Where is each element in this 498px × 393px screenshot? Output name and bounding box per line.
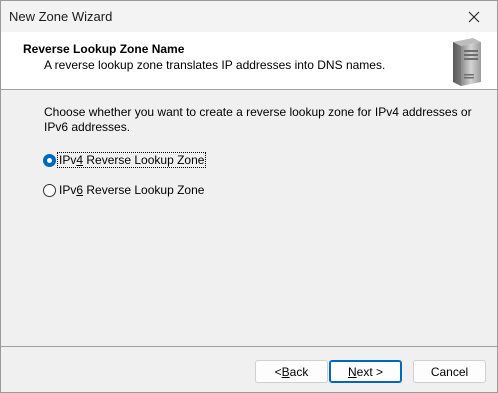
page-description: A reverse lookup zone translates IP addr… <box>44 58 386 72</box>
title-bar[interactable]: New Zone Wizard <box>1 1 497 32</box>
back-button[interactable]: < Back <box>255 360 328 383</box>
cancel-button[interactable]: Cancel <box>413 360 486 383</box>
prompt-text: Choose whether you want to create a reve… <box>44 105 472 134</box>
ipv4-label[interactable]: IPv4 Reverse Lookup Zone <box>56 152 207 168</box>
page-title: Reverse Lookup Zone Name <box>23 42 185 56</box>
close-button[interactable] <box>451 1 497 32</box>
wizard-content: Choose whether you want to create a reve… <box>1 91 497 346</box>
close-icon <box>468 11 480 22</box>
ipv4-zone-option[interactable]: IPv4 Reverse Lookup Zone <box>43 152 207 168</box>
wizard-header: Reverse Lookup Zone Name A reverse looku… <box>1 32 497 90</box>
server-icon <box>453 38 481 86</box>
ipv4-radio[interactable] <box>43 153 56 167</box>
window-title: New Zone Wizard <box>9 9 113 24</box>
new-zone-wizard-dialog: New Zone Wizard Reverse Lookup Zone Name… <box>0 0 498 393</box>
ipv6-label[interactable]: IPv6 Reverse Lookup Zone <box>58 183 205 197</box>
footer-divider <box>1 346 497 347</box>
ipv6-radio[interactable] <box>43 183 56 197</box>
ipv6-zone-option[interactable]: IPv6 Reverse Lookup Zone <box>43 183 205 197</box>
next-button[interactable]: Next > <box>329 360 402 383</box>
